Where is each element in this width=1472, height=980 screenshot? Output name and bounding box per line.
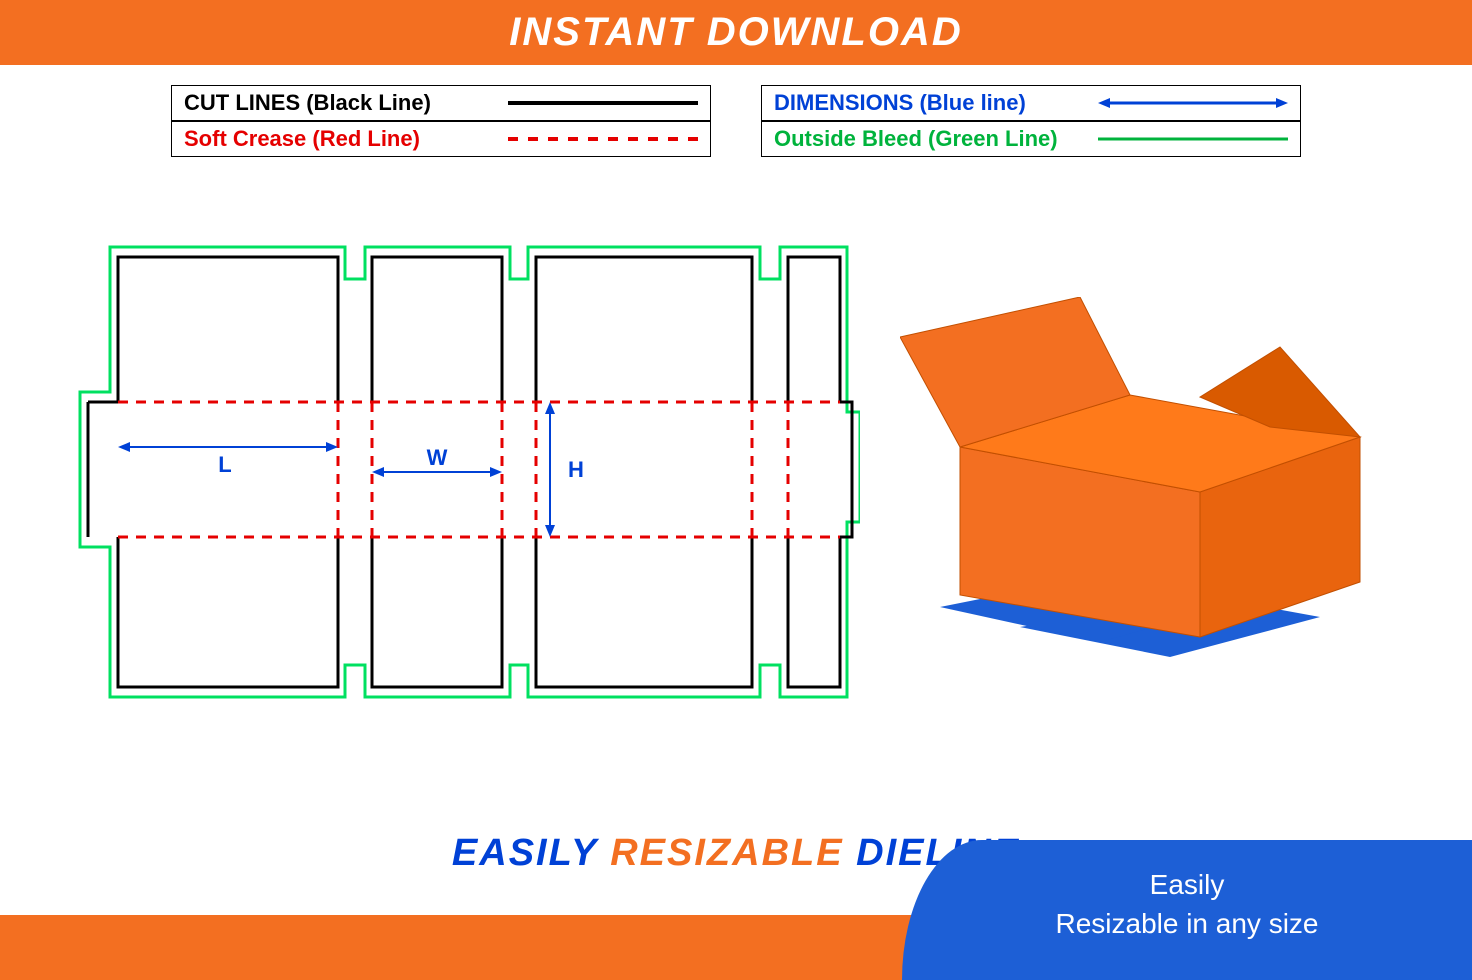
badge-line1: Easily [902, 865, 1472, 904]
legend-label: Soft Crease (Red Line) [184, 126, 508, 152]
legend-sample-arrow-blue [1098, 93, 1288, 113]
legend-sample-solid-green [1098, 129, 1288, 149]
dim-W: W [427, 445, 448, 470]
footer-badge: Easily Resizable in any size [902, 840, 1472, 980]
badge-line2: Resizable in any size [902, 904, 1472, 943]
legend-soft-crease: Soft Crease (Red Line) [171, 121, 711, 157]
dim-L: L [218, 452, 231, 477]
dieline-diagram: L W H [60, 237, 860, 707]
tagline-word-1: EASILY [452, 832, 598, 874]
legend-label: CUT LINES (Black Line) [184, 90, 508, 116]
legend-sample-dashed-red [508, 129, 698, 149]
legend-sample-solid-black [508, 93, 698, 113]
header-banner: INSTANT DOWNLOAD [0, 0, 1472, 65]
legend-label: Outside Bleed (Green Line) [774, 126, 1098, 152]
box-mockup [900, 297, 1380, 677]
legend-cut-lines: CUT LINES (Black Line) [171, 85, 711, 121]
legend-right: DIMENSIONS (Blue line) Outside Bleed (Gr… [761, 85, 1301, 157]
tagline-word-2: RESIZABLE [610, 832, 843, 874]
header-title: INSTANT DOWNLOAD [509, 10, 962, 54]
legend: CUT LINES (Black Line) Soft Crease (Red … [0, 65, 1472, 177]
footer: EASILY RESIZABLE DIELINE Easily Resizabl… [0, 802, 1472, 980]
main-area: L W H [0, 177, 1472, 707]
legend-dimensions: DIMENSIONS (Blue line) [761, 85, 1301, 121]
legend-left: CUT LINES (Black Line) Soft Crease (Red … [171, 85, 711, 157]
legend-bleed: Outside Bleed (Green Line) [761, 121, 1301, 157]
legend-label: DIMENSIONS (Blue line) [774, 90, 1098, 116]
dim-H: H [568, 457, 584, 482]
